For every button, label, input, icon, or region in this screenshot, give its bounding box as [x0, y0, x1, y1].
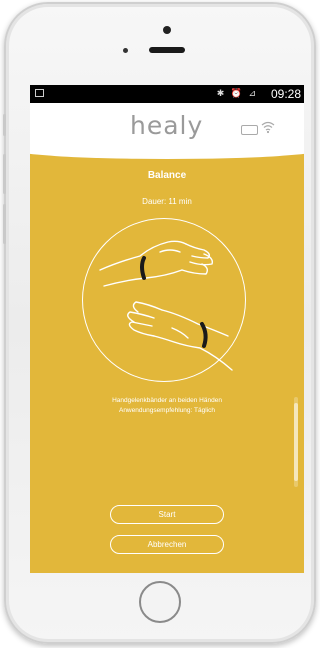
program-description: Handgelenkbänder an beiden Händen Anwend…: [112, 397, 222, 414]
status-bar: ✱ ⏰ ⊿ 09:28: [30, 85, 304, 103]
scroll-thumb[interactable]: [294, 403, 298, 481]
device-icon[interactable]: [241, 125, 258, 135]
wifi-icon[interactable]: [261, 120, 275, 134]
app-screen: ✱ ⏰ ⊿ 09:28 healy Balance Dauer: 11 min: [30, 85, 304, 573]
app-header: healy: [30, 103, 304, 159]
status-icons: ✱ ⏰ ⊿: [216, 88, 258, 98]
status-time: 09:28: [270, 87, 301, 101]
start-button[interactable]: Start: [110, 505, 224, 524]
program-duration: Dauer: 11 min: [142, 197, 192, 206]
notification-icon: [35, 89, 44, 97]
earpiece-speaker: [149, 47, 185, 53]
home-button[interactable]: [139, 581, 181, 623]
front-camera: [163, 26, 171, 34]
program-title: Balance: [147, 170, 187, 181]
cancel-button[interactable]: Abbrechen: [110, 535, 224, 554]
volume-up-button: [3, 154, 6, 194]
healy-logo: healy: [130, 111, 204, 140]
proximity-sensor: [123, 48, 128, 53]
mute-switch: [3, 114, 6, 136]
hands-illustration: [99, 240, 233, 371]
scroll-indicator[interactable]: [294, 397, 298, 487]
volume-down-button: [3, 204, 6, 244]
